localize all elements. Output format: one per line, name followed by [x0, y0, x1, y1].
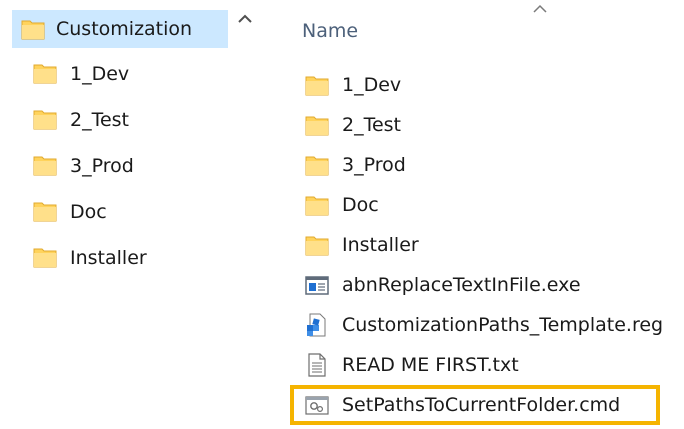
folder-icon	[305, 156, 329, 176]
file-row[interactable]: 2_Test	[300, 108, 680, 144]
folder-icon	[33, 248, 57, 268]
nav-item-label: 1_Dev	[70, 63, 130, 85]
registry-icon	[307, 313, 326, 337]
folder-icon	[33, 156, 57, 176]
highlight-box	[290, 385, 660, 425]
nav-item-1-dev[interactable]: 1_Dev	[12, 54, 228, 94]
file-row[interactable]: Doc	[300, 188, 680, 224]
file-row[interactable]: Installer	[300, 228, 680, 264]
folder-icon	[33, 202, 57, 222]
file-name: 2_Test	[342, 114, 402, 136]
folder-icon	[33, 64, 57, 84]
file-list-pane: Name 1_Dev 2_Test 3_Prod Doc Installer a…	[258, 0, 684, 429]
nav-scrollbar[interactable]	[232, 0, 258, 429]
file-name: abnReplaceTextInFile.exe	[342, 274, 581, 296]
nav-item-2-test[interactable]: 2_Test	[12, 100, 228, 140]
folder-icon	[305, 116, 329, 136]
scroll-up-button[interactable]	[232, 6, 258, 32]
nav-item-label: 3_Prod	[70, 155, 134, 177]
column-header-name[interactable]: Name	[302, 20, 358, 42]
file-row[interactable]: abnReplaceTextInFile.exe	[300, 268, 680, 304]
nav-item-installer[interactable]: Installer	[12, 238, 228, 278]
file-name: 3_Prod	[342, 154, 406, 176]
nav-item-customization[interactable]: Customization	[12, 10, 228, 48]
file-name: Doc	[342, 194, 379, 216]
nav-item-label: Doc	[70, 201, 107, 223]
nav-item-label: Installer	[70, 247, 147, 269]
file-name: 1_Dev	[342, 74, 402, 96]
file-name: Installer	[342, 234, 419, 256]
exe-icon	[305, 276, 329, 295]
file-name: READ ME FIRST.txt	[342, 354, 519, 376]
folder-icon	[305, 76, 329, 96]
sort-ascending-icon	[533, 4, 547, 13]
file-name: CustomizationPaths_Template.reg	[342, 314, 664, 336]
folder-icon	[305, 236, 329, 256]
file-row[interactable]: CustomizationPaths_Template.reg	[300, 308, 680, 344]
file-row[interactable]: 1_Dev	[300, 68, 680, 104]
nav-item-doc[interactable]: Doc	[12, 192, 228, 232]
chevron-up-icon	[238, 14, 252, 23]
nav-item-3-prod[interactable]: 3_Prod	[12, 146, 228, 186]
folder-icon	[305, 196, 329, 216]
text-file-icon	[308, 353, 326, 377]
nav-item-label: 2_Test	[70, 109, 130, 131]
folder-icon	[33, 110, 57, 130]
folder-icon	[21, 20, 45, 40]
navigation-pane: Customization 1_Dev 2_Test 3_Prod Doc In…	[0, 0, 258, 429]
file-row[interactable]: READ ME FIRST.txt	[300, 348, 680, 384]
nav-item-label: Customization	[56, 18, 193, 40]
file-row[interactable]: 3_Prod	[300, 148, 680, 184]
